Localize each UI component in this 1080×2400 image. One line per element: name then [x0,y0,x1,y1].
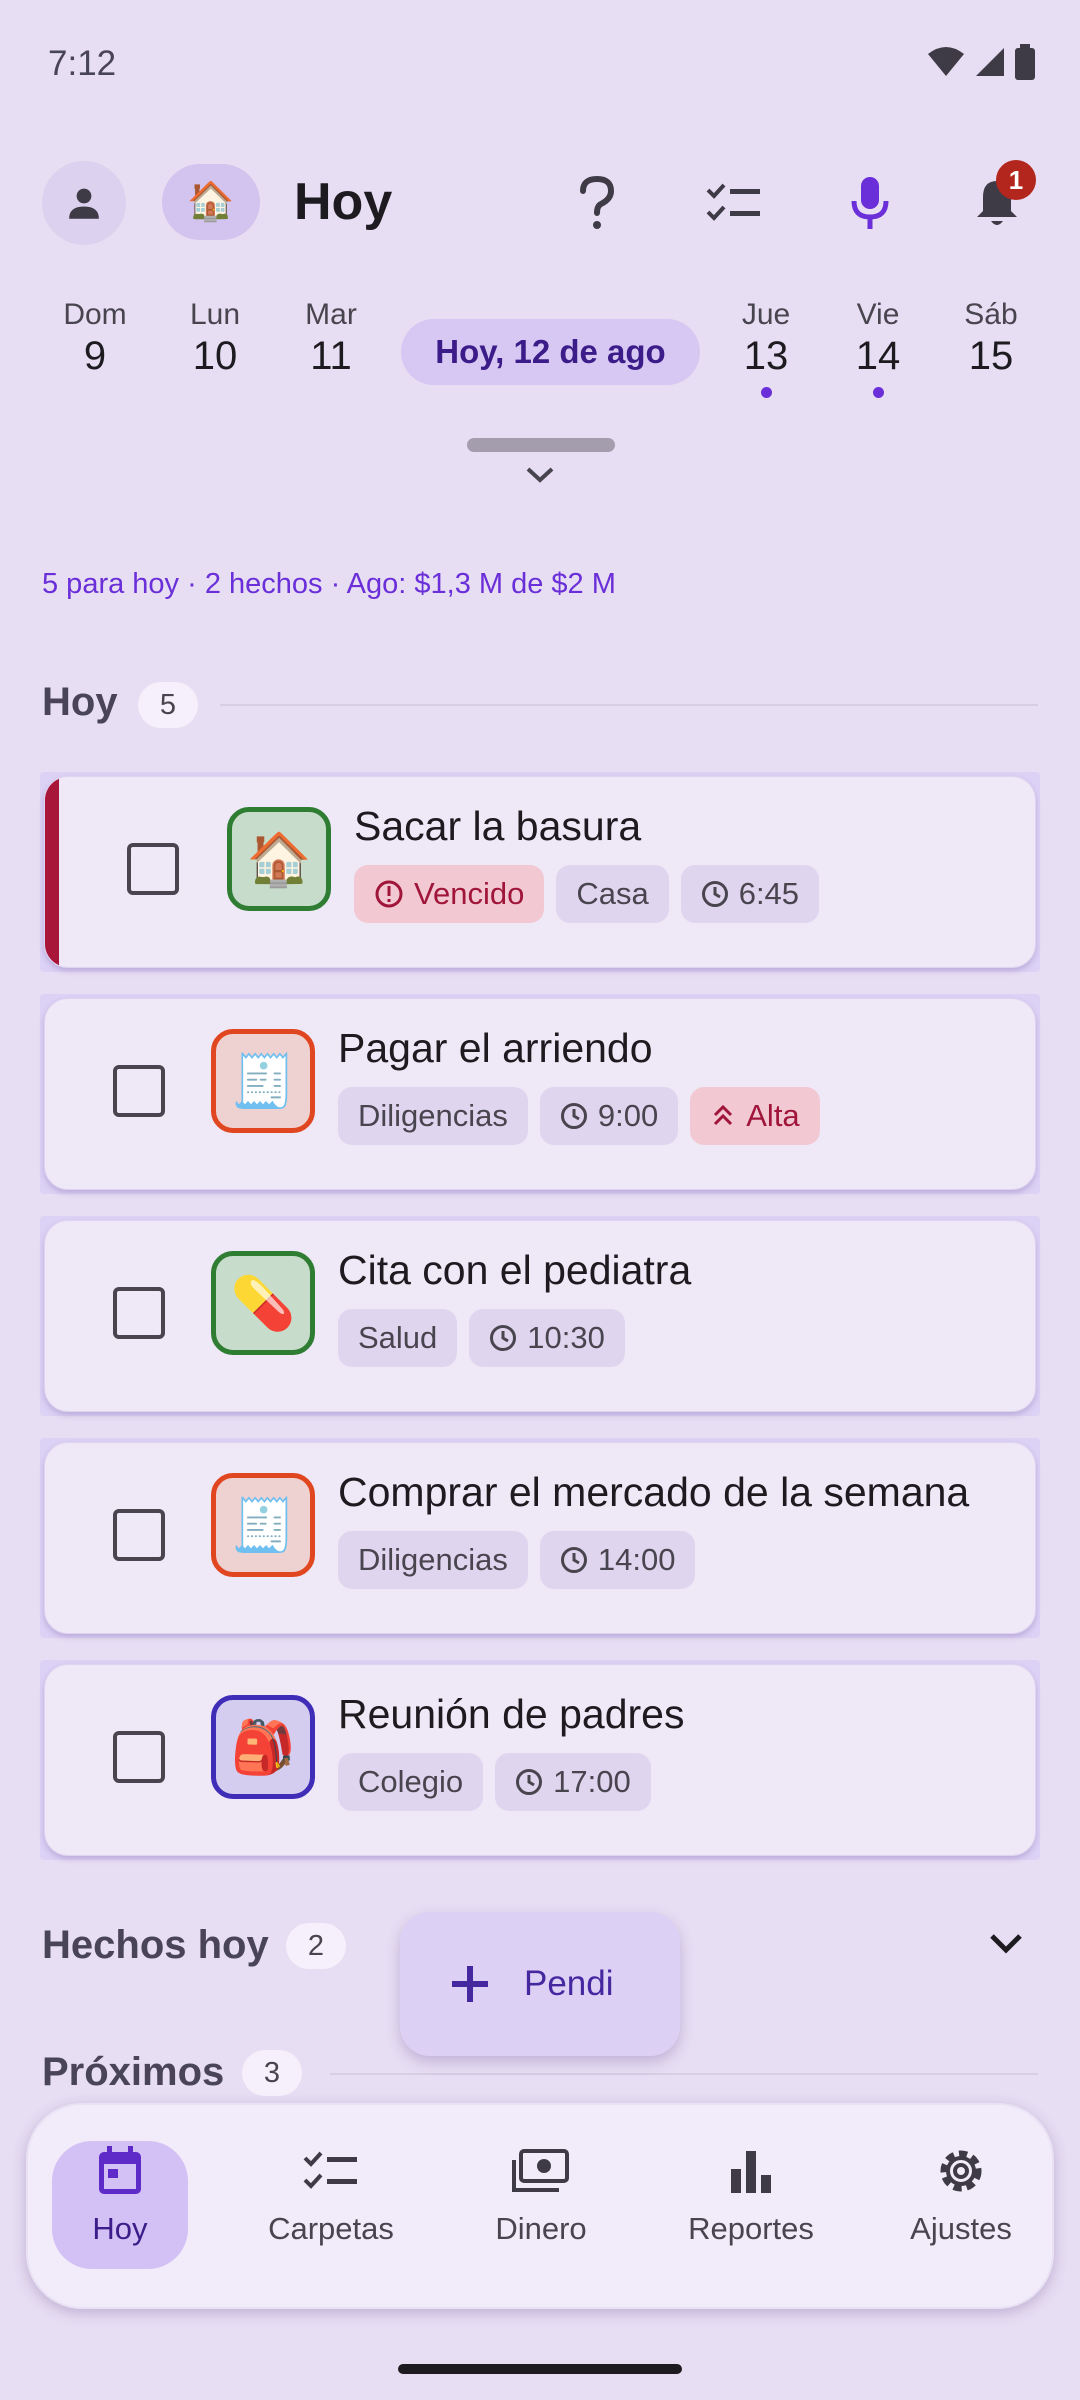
event-dot [872,387,884,398]
section-divider [330,2073,1038,2075]
alert-icon [375,880,403,908]
overdue-stripe [45,777,59,967]
clock-icon [490,1325,517,1351]
day-item[interactable]: Vie 14 [828,298,928,398]
profile-button[interactable] [42,161,126,245]
microphone-icon [851,177,889,229]
receipt-icon: 🧾 [211,1029,315,1133]
checklist-icon [303,2151,357,2189]
day-item[interactable]: Dom 9 [45,298,145,379]
task-card[interactable]: 🏠 Sacar la basura Vencido Casa 6:45 [44,776,1036,968]
time-chip: 6:45 [680,865,820,923]
home-selector-button[interactable]: 🏠 [162,164,260,240]
day-item[interactable]: Mar 11 [281,298,381,379]
nav-item-reportes[interactable]: Reportes [676,2139,826,2247]
task-title: Cita con el pediatra [338,1247,692,1293]
clock-icon [516,1769,543,1795]
status-badge: Vencido [354,865,545,923]
day-item[interactable]: Lun 10 [165,298,265,379]
drag-handle[interactable] [467,438,615,452]
battery-icon [1015,44,1035,80]
time-chip: 9:00 [539,1087,679,1145]
status-time: 7:12 [48,44,117,83]
chevron-down-icon[interactable] [988,1932,1024,1956]
task-card[interactable]: 🎒 Reunión de padres Colegio 17:00 [44,1664,1036,1856]
backpack-icon: 🎒 [211,1695,315,1799]
nav-item-ajustes[interactable]: Ajustes [886,2139,1036,2247]
section-title-upcoming[interactable]: Próximos [42,2050,224,2095]
nav-item-carpetas[interactable]: Carpetas [256,2139,406,2247]
section-count-done: 2 [286,1923,346,1969]
daily-summary: 5 para hoy · 2 hechos · Ago: $1,3 M de $… [42,568,616,600]
event-dot [760,387,772,398]
task-checkbox[interactable] [113,1731,165,1783]
today-date-pill[interactable]: Hoy, 12 de ago [401,319,700,385]
receipt-icon: 🧾 [211,1473,315,1577]
nav-item-hoy[interactable]: Hoy [45,2139,195,2247]
clock-icon [701,881,728,907]
add-task-button[interactable]: Pendi [400,1912,680,2056]
checklist-icon [706,183,760,221]
task-checkbox[interactable] [127,843,179,895]
home-indicator[interactable] [398,2364,682,2374]
clock-icon [560,1103,587,1129]
task-checkbox[interactable] [113,1065,165,1117]
pill-icon: 💊 [211,1251,315,1355]
gear-icon [940,2150,982,2192]
status-icons [926,44,1036,80]
nav-item-dinero[interactable]: Dinero [466,2139,616,2247]
category-chip: Diligencias [338,1087,528,1145]
task-title: Comprar el mercado de la semana [338,1469,970,1515]
time-chip: 10:30 [469,1309,625,1367]
day-item[interactable]: Sáb 15 [941,298,1041,379]
category-chip: Colegio [338,1753,484,1811]
section-divider [220,704,1038,706]
wifi-icon [928,47,964,76]
section-count-upcoming: 3 [242,2050,302,2096]
task-card[interactable]: 🧾 Pagar el arriendo Diligencias 9:00 Alt… [44,998,1036,1190]
plus-icon [452,1966,488,2002]
clock-icon [560,1547,587,1573]
task-title: Pagar el arriendo [338,1025,653,1071]
bar-chart-icon [731,2151,771,2193]
task-title: Reunión de padres [338,1691,685,1737]
calendar-icon [99,2146,141,2194]
section-title-done[interactable]: Hechos hoy [42,1923,269,1968]
checklist-button[interactable] [697,166,771,240]
person-icon [69,188,99,219]
house-icon: 🏠 [227,807,331,911]
help-icon [580,175,615,229]
money-icon [512,2149,569,2192]
category-chip: Salud [338,1309,458,1367]
time-chip: 17:00 [495,1753,651,1811]
section-title-today: Hoy [42,680,118,724]
day-item[interactable]: Jue 13 [716,298,816,398]
task-checkbox[interactable] [113,1287,165,1339]
section-count-today: 5 [138,682,198,728]
help-button[interactable] [560,166,634,240]
category-chip: Diligencias [338,1531,528,1589]
category-chip: Casa [556,865,669,923]
priority-icon [714,1104,733,1126]
voice-button[interactable] [833,166,907,240]
task-card[interactable]: 🧾 Comprar el mercado de la semana Dilige… [44,1442,1036,1634]
house-icon: 🏠 [187,181,235,223]
signal-icon [976,48,1004,76]
bottom-navigation: Hoy Carpetas Dinero Reportes Ajustes [26,2103,1054,2309]
priority-chip: Alta [690,1087,820,1145]
fab-label: Pendi [524,1964,614,2003]
notification-badge: 1 [996,160,1036,200]
task-title: Sacar la basura [354,803,642,849]
page-title: Hoy [294,173,393,231]
time-chip: 14:00 [539,1531,696,1589]
task-checkbox[interactable] [113,1509,165,1561]
chevron-down-icon[interactable] [525,466,555,484]
task-card[interactable]: 💊 Cita con el pediatra Salud 10:30 [44,1220,1036,1412]
